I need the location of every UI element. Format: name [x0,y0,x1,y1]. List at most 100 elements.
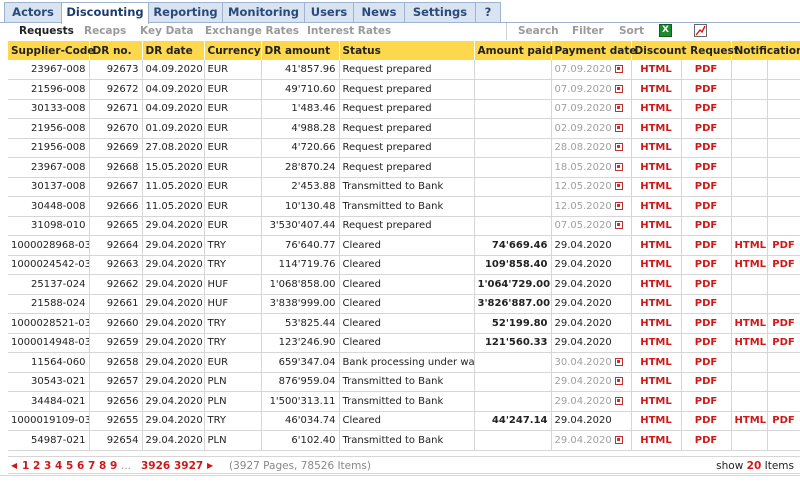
col-amount-paid[interactable]: Amount paid [474,41,553,60]
discount-html-link[interactable]: HTML [631,177,682,197]
discount-pdf-link[interactable]: PDF [681,196,732,217]
page-link-1[interactable]: 1 [22,460,29,472]
discount-pdf-link[interactable]: PDF [681,157,732,178]
calendar-icon[interactable]: ▪ [614,84,623,93]
tab-monitoring[interactable]: Monitoring [222,2,305,23]
discount-pdf-link[interactable]: PDF [681,313,732,334]
page-link-8[interactable]: 8 [99,460,106,472]
notification-html-link[interactable]: HTML [731,411,768,431]
calendar-icon[interactable]: ▪ [614,377,623,386]
subnav-key-data[interactable]: Key Data [140,25,193,37]
table-row[interactable]: 23967-008 92668 15.05.2020 EUR 28'870.24 Requ… [8,157,800,178]
page-link-2[interactable]: 2 [33,460,40,472]
discount-html-link[interactable]: HTML [631,372,682,392]
discount-pdf-link[interactable]: PDF [681,118,732,139]
calendar-icon[interactable]: ▪ [614,162,623,171]
table-row[interactable]: 31098-010 92665 29.04.2020 EUR 3'530'407.44 R… [8,216,800,236]
page-size-value[interactable]: 20 [747,460,762,472]
discount-html-link[interactable]: HTML [631,79,682,100]
discount-pdf-link[interactable]: PDF [681,216,732,236]
discount-html-link[interactable]: HTML [631,313,682,334]
calendar-icon[interactable]: ▪ [614,182,623,191]
tab-settings[interactable]: Settings [404,2,476,23]
table-row[interactable]: 21956-008 92670 01.09.2020 EUR 4'988.28 Reque… [8,118,800,139]
discount-html-link[interactable]: HTML [631,274,682,295]
page-link-4[interactable]: 4 [55,460,62,472]
notification-pdf-link[interactable]: PDF [767,411,800,431]
discount-html-link[interactable]: HTML [631,196,682,217]
calendar-icon[interactable]: ▪ [614,65,623,73]
table-row[interactable]: 1000028968-035 92664 29.04.2020 TRY 76'640.7… [8,235,800,256]
excel-export-icon[interactable]: X [659,24,672,37]
discount-pdf-link[interactable]: PDF [681,274,732,295]
tab-help[interactable]: ? [475,2,501,23]
table-row[interactable]: 1000019109-035 92655 29.04.2020 TRY 46'034.7… [8,411,800,431]
page-link-5[interactable]: 5 [66,460,73,472]
table-row[interactable]: 30137-008 92667 11.05.2020 EUR 2'453.88 Trans… [8,177,800,197]
discount-pdf-link[interactable]: PDF [681,411,732,431]
page-link-3927[interactable]: 3927 [174,460,203,472]
table-row[interactable]: 1000014948-035 92659 29.04.2020 TRY 123'246.… [8,333,800,353]
calendar-icon[interactable]: ▪ [614,143,623,152]
calendar-icon[interactable]: ▪ [614,396,623,405]
table-row[interactable]: 21596-008 92672 04.09.2020 EUR 49'710.60 Requ… [8,79,800,100]
table-row[interactable]: 21588-024 92661 29.04.2020 HUF 3'838'999.00 C… [8,294,800,314]
discount-pdf-link[interactable]: PDF [681,372,732,392]
discount-html-link[interactable]: HTML [631,216,682,236]
tab-users[interactable]: Users [304,2,354,23]
notification-html-link[interactable]: HTML [731,313,768,334]
discount-html-link[interactable]: HTML [631,118,682,139]
discount-pdf-link[interactable]: PDF [681,99,732,119]
discount-html-link[interactable]: HTML [631,255,682,275]
col-dr-date[interactable]: DR date [142,41,205,60]
discount-html-link[interactable]: HTML [631,352,682,373]
table-row[interactable]: 23967-008 92673 04.09.2020 EUR 41'857.96 Requ… [8,60,800,80]
notification-html-link[interactable]: HTML [731,235,768,256]
tab-actors[interactable]: Actors [4,2,62,23]
filter-button[interactable]: Filter [572,25,604,37]
page-link-3[interactable]: 3 [44,460,51,472]
search-button[interactable]: Search [518,25,559,37]
discount-pdf-link[interactable]: PDF [681,333,732,353]
table-row[interactable]: 11564-060 92658 29.04.2020 EUR 659'347.04 Ban… [8,352,800,373]
sort-button[interactable]: Sort [619,25,644,37]
calendar-icon[interactable]: ▪ [614,201,623,210]
table-row[interactable]: 30543-021 92657 29.04.2020 PLN 876'959.04 Tra… [8,372,800,392]
discount-html-link[interactable]: HTML [631,157,682,178]
tab-reporting[interactable]: Reporting [148,2,223,23]
discount-html-link[interactable]: HTML [631,138,682,158]
discount-html-link[interactable]: HTML [631,294,682,314]
subnav-requests[interactable]: Requests [19,25,74,37]
discount-html-link[interactable]: HTML [631,235,682,256]
subnav-interest-rates[interactable]: Interest Rates [307,25,391,37]
notification-html-link[interactable]: HTML [731,333,768,353]
discount-html-link[interactable]: HTML [631,430,682,451]
col-status[interactable]: Status [339,41,475,60]
notification-pdf-link[interactable]: PDF [767,333,800,353]
table-row[interactable]: 21956-008 92669 27.08.2020 EUR 4'720.66 Reque… [8,138,800,158]
calendar-icon[interactable]: ▪ [614,435,623,444]
table-row[interactable]: 30448-008 92666 11.05.2020 EUR 10'130.48 Tran… [8,196,800,217]
page-size-selector[interactable]: show 20 Items [716,460,794,472]
calendar-icon[interactable]: ▪ [614,104,623,113]
page-link-3926[interactable]: 3926 [141,460,170,472]
discount-pdf-link[interactable]: PDF [681,255,732,275]
discount-pdf-link[interactable]: PDF [681,60,732,80]
discount-html-link[interactable]: HTML [631,99,682,119]
discount-pdf-link[interactable]: PDF [681,391,732,412]
next-page-icon[interactable]: ▶ [207,461,213,470]
col-supplier-code[interactable]: Supplier-Code [8,41,94,60]
discount-html-link[interactable]: HTML [631,391,682,412]
notification-pdf-link[interactable]: PDF [767,255,800,275]
tab-news[interactable]: News [353,2,405,23]
col-currency[interactable]: Currency [204,41,262,60]
page-link-6[interactable]: 6 [77,460,84,472]
notification-html-link[interactable]: HTML [731,255,768,275]
chart-icon[interactable] [694,24,707,37]
discount-html-link[interactable]: HTML [631,411,682,431]
notification-pdf-link[interactable]: PDF [767,313,800,334]
table-row[interactable]: 1000024542-035 92663 29.04.2020 TRY 114'719.… [8,255,800,275]
discount-pdf-link[interactable]: PDF [681,294,732,314]
discount-pdf-link[interactable]: PDF [681,138,732,158]
table-row[interactable]: 30133-008 92671 04.09.2020 EUR 1'483.46 Reque… [8,99,800,119]
